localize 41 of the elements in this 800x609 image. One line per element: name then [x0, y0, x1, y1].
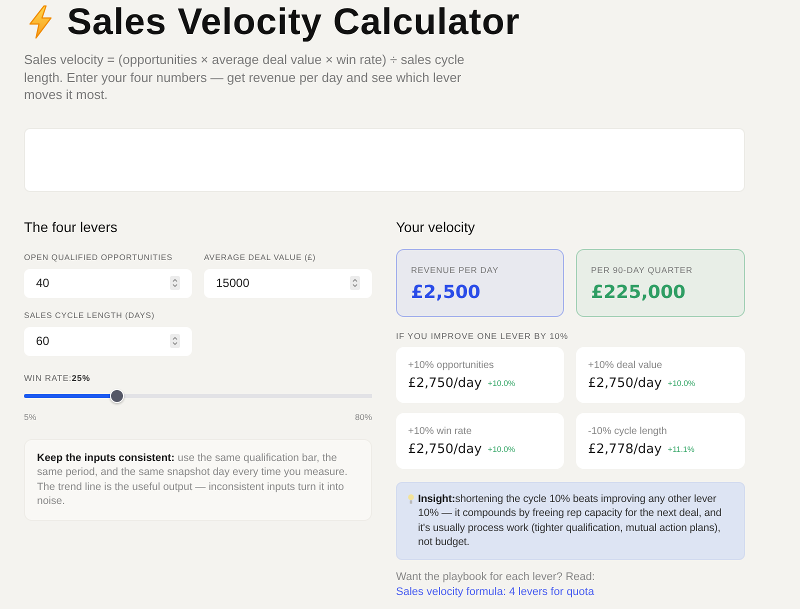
metric-value: £2,500 — [411, 282, 480, 304]
spinner-icon — [170, 334, 180, 348]
article-link[interactable]: Sales velocity formula: 4 levers for quota — [396, 586, 594, 598]
scenario-value: £2,750/day — [408, 376, 482, 392]
field-label: AVERAGE DEAL VALUE (£) — [204, 252, 316, 264]
min-label: 5% — [24, 410, 36, 422]
change-percent: +11.1% — [668, 444, 695, 456]
metric-label: REVENUE PER DAY — [411, 264, 499, 276]
change-percent: +10.0% — [668, 378, 696, 390]
scenario-label: +10% win rate — [408, 424, 472, 438]
field-label: OPEN QUALIFIED OPPORTUNITIES — [24, 252, 173, 264]
consistency-note: Keep the inputs consistent: use the same qualification bar, the same period, and the same snapshot day every time you measure. The trend line is the useful output — inconsistent inputs turn it into noise. — [24, 438, 372, 520]
slider-label: WIN RATE: — [24, 372, 72, 382]
scenario-label: -10% cycle length — [588, 424, 667, 438]
spinner-icon — [350, 276, 360, 290]
max-label: 80% — [354, 410, 372, 422]
metric-value: £225,000 — [591, 282, 686, 304]
metric-label: PER 90-DAY QUARTER — [591, 264, 693, 276]
scenario-label: +10% opportunities — [408, 358, 494, 372]
change-percent: +10.0% — [488, 378, 516, 390]
lightning-bolt-icon — [28, 5, 53, 39]
section-heading: Your velocity — [396, 218, 475, 236]
number-input[interactable]: 60 — [24, 326, 192, 356]
page-title: Sales Velocity Calculator — [67, 0, 520, 44]
insight-text: Insight:shortening the cycle 10% beats improving any other lever 10% — it compounds by freeing rep capacity for the next deal, and it's usually process work (tighter qualification, mutual action plans), not budget. — [418, 492, 722, 550]
slider-value: 25% — [72, 372, 90, 382]
number-input[interactable]: 15000 — [204, 268, 372, 298]
footer-text: Want the playbook for each lever? Read: Sales velocity formula: 4 levers for quota — [396, 570, 596, 600]
field-label: SALES CYCLE LENGTH (DAYS) — [24, 310, 155, 322]
scenario-value: £2,750/day — [408, 442, 482, 458]
scenario-heading: IF YOU IMPROVE ONE LEVER BY 10% — [396, 330, 568, 342]
number-input[interactable]: 40 — [24, 268, 192, 298]
intro-text: Sales velocity = (opportunities × average deal value × win rate) ÷ sales cycle length. Enter your four numbers — get revenue per day and see which lever moves it most. — [24, 51, 466, 104]
spinner-icon — [170, 276, 180, 290]
slider-thumb[interactable] — [110, 388, 124, 402]
section-heading: The four levers — [24, 218, 118, 236]
change-percent: +10.0% — [488, 444, 516, 456]
scenario-value: £2,778/day — [588, 442, 662, 458]
scenario-value: £2,750/day — [588, 376, 662, 392]
lightbulb-icon — [408, 494, 414, 504]
scenario-label: +10% deal value — [588, 358, 662, 372]
